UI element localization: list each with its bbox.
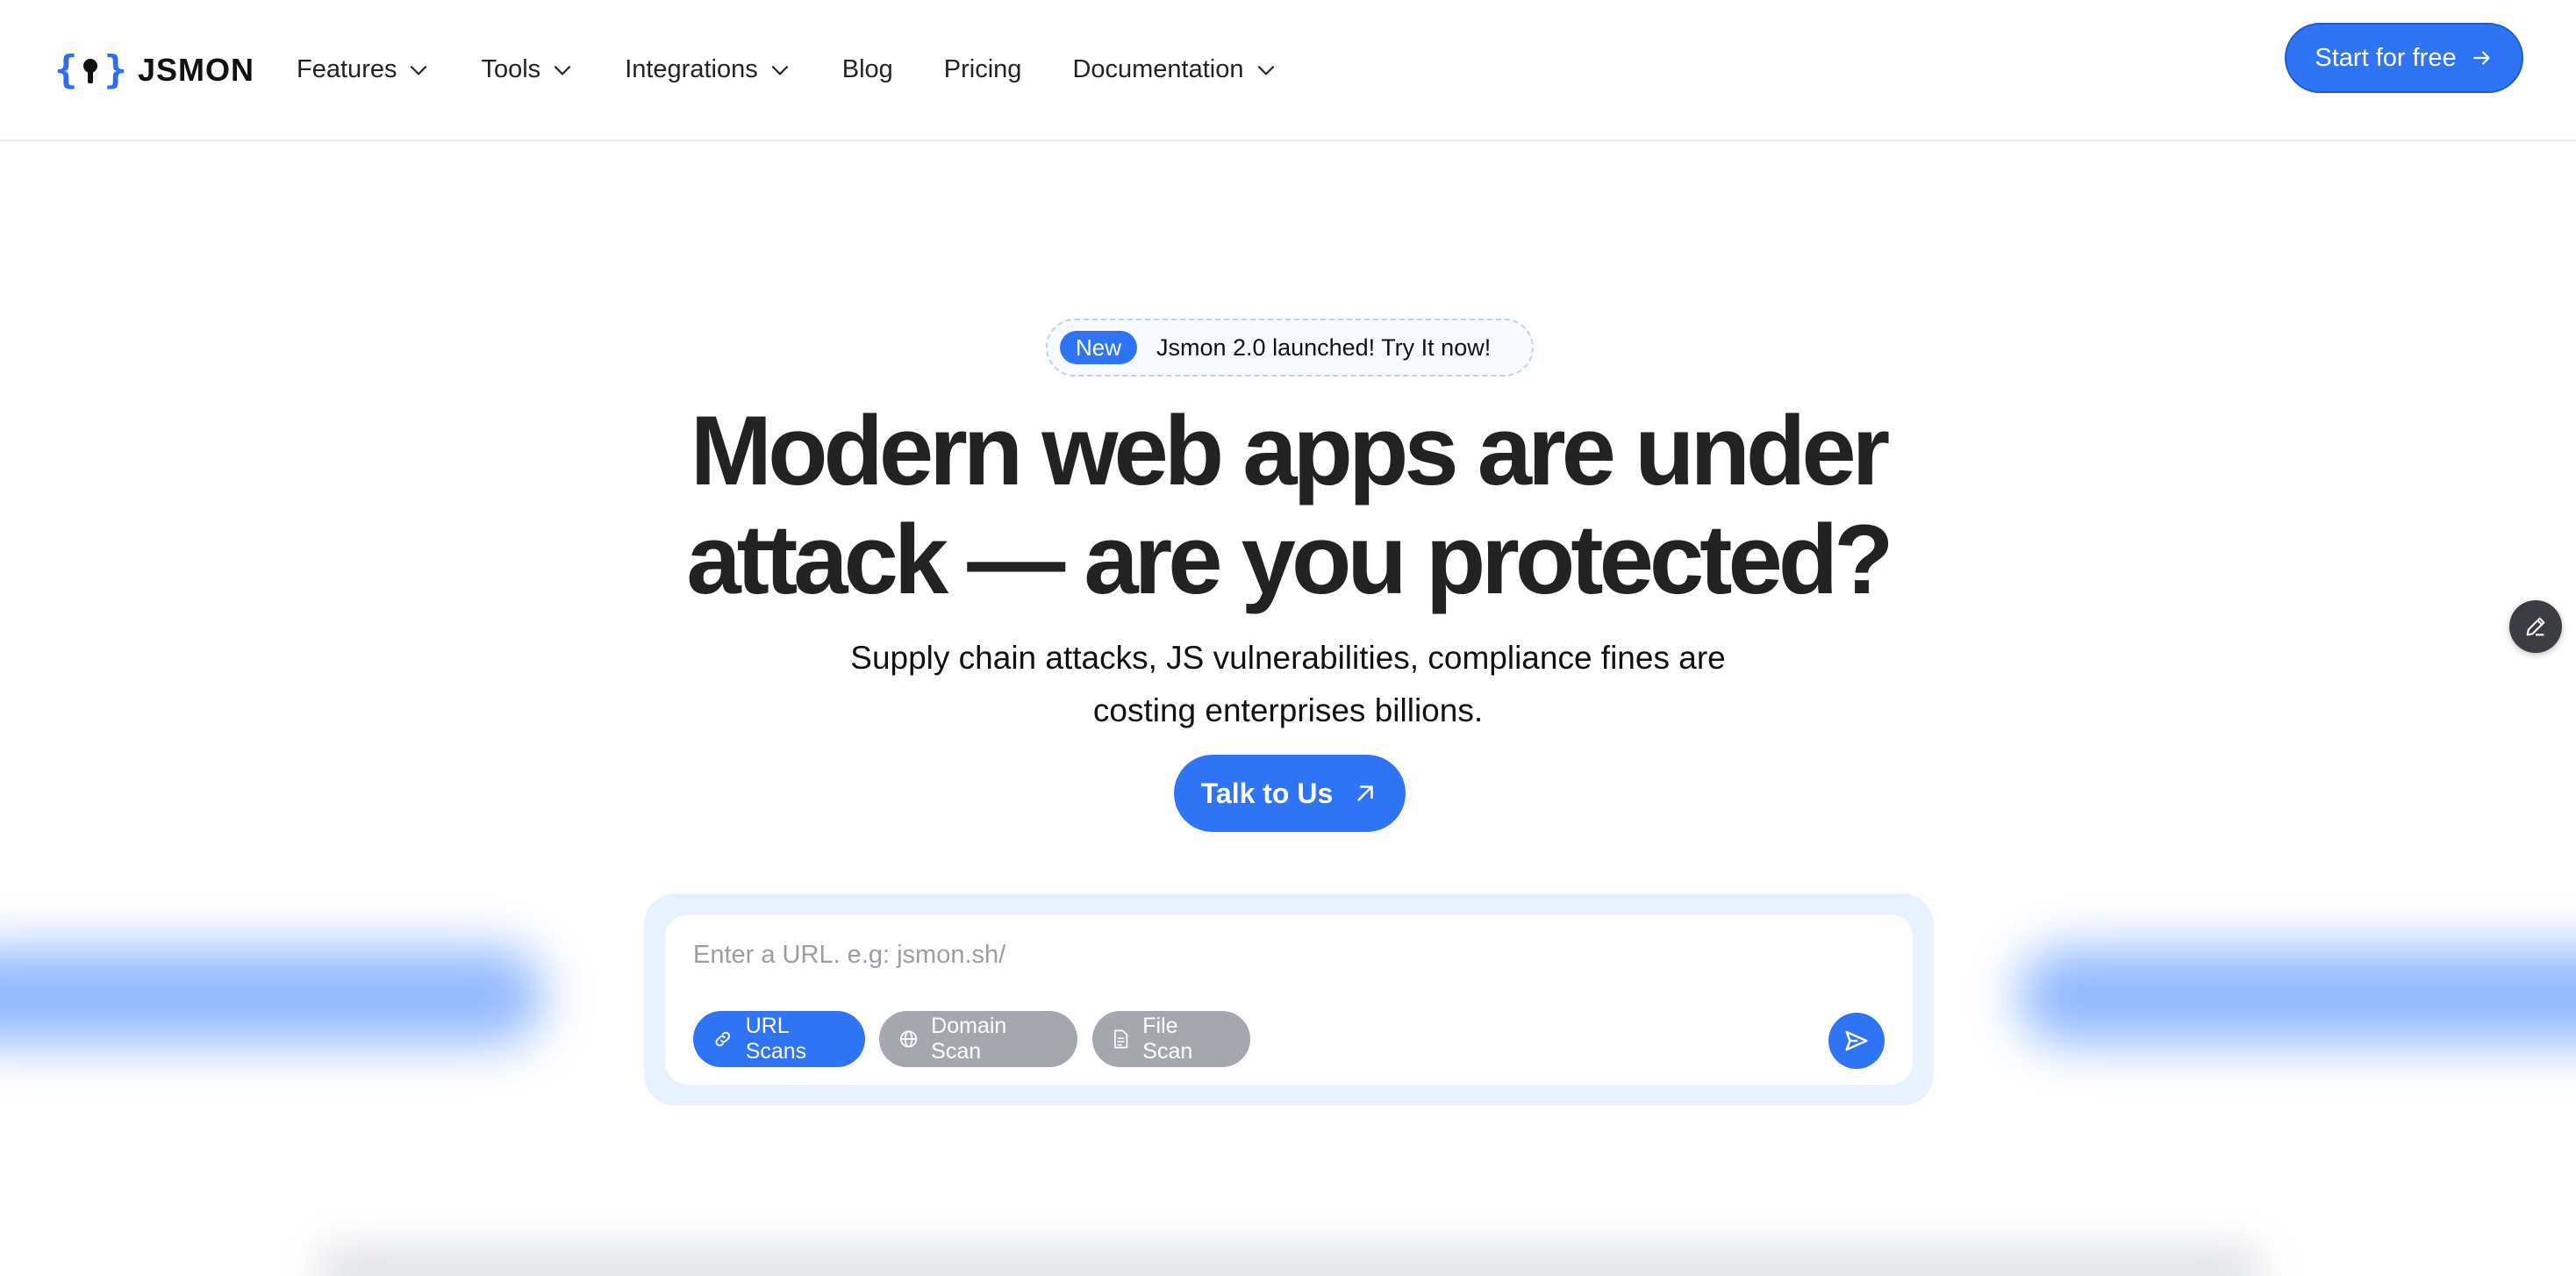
nav-item-integrations[interactable]: Integrations [625, 55, 791, 84]
decorative-glow-right [2018, 948, 2576, 1044]
url-input[interactable] [693, 930, 1746, 979]
next-section-shadow [316, 1246, 2264, 1276]
pencil-icon [2526, 617, 2545, 636]
decorative-glow-left [0, 948, 544, 1044]
globe-icon [900, 1030, 918, 1048]
submit-scan-button[interactable] [1828, 1013, 1885, 1069]
announcement-text: Jsmon 2.0 launched! Try It now! [1156, 333, 1492, 361]
url-scans-chip[interactable]: URL Scans [693, 1011, 865, 1067]
chevron-down-icon [771, 65, 789, 75]
new-pill: New [1060, 331, 1138, 364]
logo-wordmark: JSMON [138, 51, 255, 88]
jsmon-logo[interactable]: {} JSMON [54, 47, 254, 92]
nav-item-blog[interactable]: Blog [842, 55, 893, 84]
chevron-down-icon [1257, 65, 1274, 75]
announcement-badge[interactable]: New Jsmon 2.0 launched! Try It now! [1046, 319, 1534, 376]
floating-edit-button[interactable] [2509, 600, 2562, 653]
nav-item-tools[interactable]: Tools [481, 55, 574, 84]
file-icon [1113, 1029, 1128, 1049]
nav-item-documentation[interactable]: Documentation [1072, 55, 1277, 84]
nav-item-pricing[interactable]: Pricing [944, 55, 1022, 84]
logo-bracket-key-icon: {} [54, 47, 127, 92]
top-navbar: {} JSMON Features Tools Integrations Blo… [0, 0, 2576, 141]
hero-title: Modern web apps are under attack — are y… [686, 396, 1893, 614]
arrow-right-icon [2472, 51, 2490, 65]
main-nav: Features Tools Integrations Blog Pricing… [297, 55, 1327, 84]
arrow-up-right-icon [1357, 785, 1374, 801]
send-icon [1845, 1030, 1868, 1051]
page: {} JSMON Features Tools Integrations Blo… [0, 0, 2576, 1276]
nav-item-features[interactable]: Features [297, 55, 430, 84]
hero-subtitle: Supply chain attacks, JS vulnerabilities… [850, 640, 1726, 728]
start-for-free-button[interactable]: Start for free [2285, 23, 2523, 93]
domain-scan-chip[interactable]: Domain Scan [879, 1011, 1077, 1067]
chevron-down-icon [411, 65, 427, 75]
file-scan-chip[interactable]: File Scan [1092, 1011, 1250, 1067]
link-icon [715, 1031, 731, 1047]
talk-to-us-button[interactable]: Talk to Us [1174, 755, 1406, 832]
chevron-down-icon [554, 65, 571, 75]
